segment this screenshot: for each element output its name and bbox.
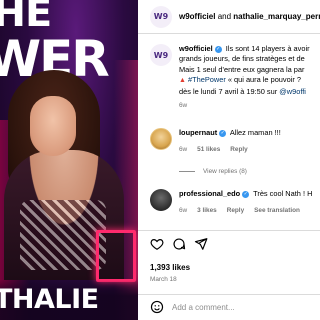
post-media[interactable]: HE WER THALIE: [0, 0, 138, 320]
comment-body: professional_edo ✓ Très cool Nath ! H 6w …: [179, 189, 312, 217]
comment-text: Très cool Nath ! H: [253, 189, 313, 198]
verified-icon: ✓: [242, 190, 250, 198]
caption-line5: dès le lundi 7 avril à 19:50 sur: [179, 86, 278, 96]
comment-item: loupernaut ✓ Allez maman !!! 6w 51 likes …: [150, 128, 320, 156]
post-actions: [150, 237, 208, 251]
post-panel: W9 w9officiel and nathalie_marquay_pern …: [138, 0, 320, 320]
collaborator-link[interactable]: nathalie_marquay_pern: [233, 12, 320, 21]
comment-handle[interactable]: loupernaut: [179, 128, 217, 137]
caption-line3: Mais 1 seul d'entre eux gagnera la par: [179, 64, 305, 74]
reply-button[interactable]: Reply: [230, 145, 247, 155]
likes-count[interactable]: 1,393 likes: [150, 263, 190, 272]
comment-time: 6w: [179, 207, 188, 215]
hashtag-link[interactable]: #ThePower: [188, 75, 226, 84]
caption-line1: Ils sont 14 players à avoir: [225, 44, 310, 53]
avatar[interactable]: [150, 128, 172, 150]
emoji-icon[interactable]: [150, 300, 164, 314]
post-caption: W9 w9officiel ✓ Ils sont 14 players à avo…: [150, 44, 320, 111]
actions-divider: [138, 230, 320, 231]
avatar[interactable]: [150, 189, 172, 211]
warning-icon: ▲: [179, 77, 186, 85]
account-link[interactable]: w9officiel: [179, 12, 215, 21]
portrait-face: [30, 96, 76, 156]
caption-body: w9officiel ✓ Ils sont 14 players à avoir …: [179, 44, 310, 111]
caption-time: 6w: [179, 102, 188, 110]
mention-link[interactable]: @w9offi: [279, 87, 306, 96]
comment-time: 6w: [179, 146, 188, 154]
comment-icon[interactable]: [172, 237, 186, 251]
poster-title-line1: HE: [0, 0, 52, 35]
post-header: W9 w9officiel and nathalie_marquay_pern: [138, 0, 320, 34]
comment-input[interactable]: Add a comment...: [172, 303, 235, 312]
connector-text: and: [217, 12, 232, 21]
post-date: March 18: [150, 276, 177, 283]
comment-meta: 6w 51 likes Reply: [179, 145, 281, 155]
caption-avatar[interactable]: W9: [150, 44, 172, 66]
comment-text: Allez maman !!!: [229, 128, 281, 137]
comment-item: professional_edo ✓ Très cool Nath ! H 6w …: [150, 189, 320, 217]
comment-meta: 6w 3 likes Reply See translation: [179, 206, 312, 216]
heart-icon[interactable]: [150, 237, 164, 251]
header-accounts: w9officiel and nathalie_marquay_pern: [179, 12, 320, 21]
poster-name: THALIE: [0, 284, 99, 315]
avatar[interactable]: W9: [150, 5, 172, 28]
view-replies-button[interactable]: View replies (8): [179, 168, 247, 175]
see-translation-button[interactable]: See translation: [254, 206, 300, 216]
comment-body: loupernaut ✓ Allez maman !!! 6w 51 likes …: [179, 128, 281, 156]
dress-pattern: [20, 200, 106, 270]
comment-composer[interactable]: Add a comment...: [150, 300, 235, 314]
caption-line4: « qui aura le pouvoir ?: [227, 75, 301, 85]
comment-likes[interactable]: 3 likes: [197, 206, 217, 216]
caption-handle[interactable]: w9officiel: [179, 44, 213, 53]
share-icon[interactable]: [194, 237, 208, 251]
replies-divider: [179, 171, 195, 172]
comment-likes[interactable]: 51 likes: [197, 145, 220, 155]
neon-frame: [96, 230, 136, 282]
composer-divider: [138, 294, 320, 295]
view-replies-label: View replies (8): [203, 168, 247, 175]
caption-line2: grands joueurs, de fins stratèges et de: [179, 54, 305, 64]
comment-handle[interactable]: professional_edo: [179, 189, 240, 198]
reply-button[interactable]: Reply: [227, 206, 244, 216]
verified-icon: ✓: [219, 129, 227, 137]
verified-icon: ✓: [214, 45, 222, 53]
